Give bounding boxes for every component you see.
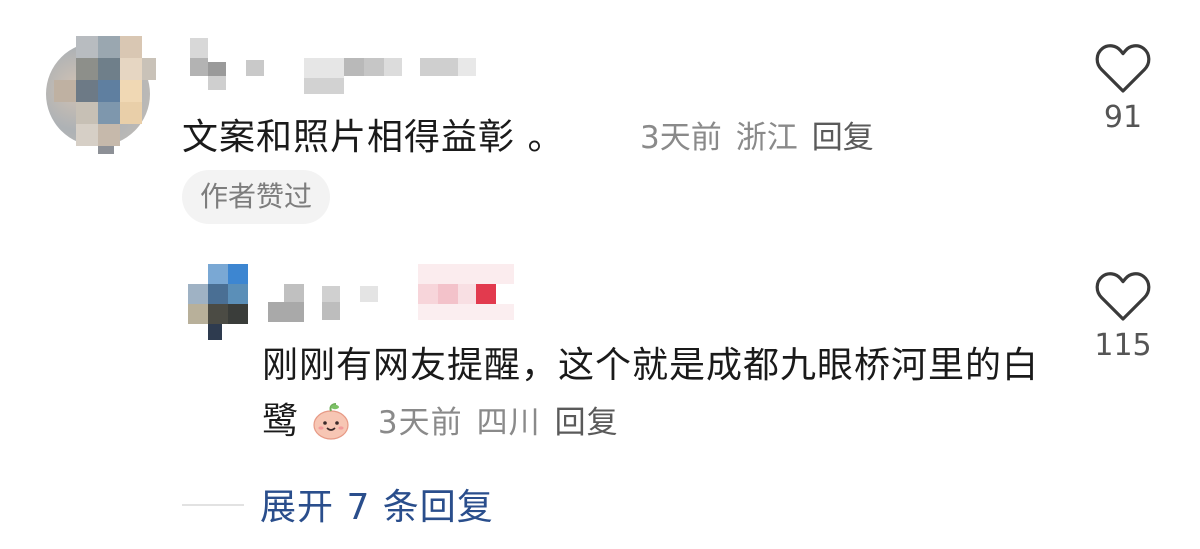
- like-button[interactable]: 115: [1088, 272, 1158, 363]
- like-button[interactable]: 91: [1088, 44, 1158, 135]
- comment-meta: 3天前 四川 回复: [378, 405, 633, 441]
- comment-time: 3天前: [640, 120, 722, 156]
- username-pixelated[interactable]: [264, 264, 524, 324]
- comment-text: 文案和照片相得益彰 。: [182, 117, 565, 158]
- comment-location: 四川: [476, 405, 541, 441]
- author-liked-badge: 作者赞过: [182, 170, 331, 224]
- avatar[interactable]: [188, 264, 252, 344]
- comment-text-block: 刚刚有网友提醒，这个就是成都九眼桥河里的白鹭 3天前 四川 回复: [262, 338, 1042, 451]
- reply-button[interactable]: 回复: [555, 405, 619, 441]
- username-pixelated[interactable]: [188, 38, 488, 98]
- reply-button[interactable]: 回复: [812, 120, 874, 156]
- avatar[interactable]: [46, 36, 156, 154]
- like-count: 115: [1094, 328, 1152, 363]
- smiling-peach-icon: [313, 403, 350, 440]
- comment-time: 3天前: [377, 405, 463, 441]
- heart-outline-icon[interactable]: [1095, 272, 1151, 322]
- like-count: 91: [1103, 100, 1143, 135]
- expand-replies-button[interactable]: 展开 7 条回复: [260, 478, 494, 530]
- heart-outline-icon[interactable]: [1095, 44, 1151, 94]
- divider-line: [182, 504, 244, 506]
- comment-meta: 3天前 浙江 回复: [640, 112, 888, 157]
- comment-location: 浙江: [735, 120, 798, 156]
